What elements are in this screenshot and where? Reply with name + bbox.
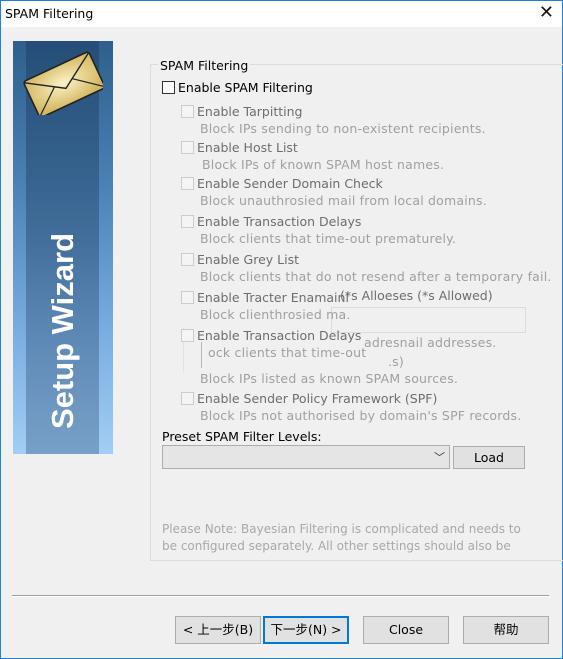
known-spam-sources-desc: Block IPs listed as known SPAM sources. (200, 371, 459, 386)
window-title: SPAM Filtering (5, 6, 94, 21)
host-list-checkbox[interactable] (181, 141, 194, 154)
enable-spam-filtering-checkbox[interactable] (162, 81, 175, 94)
group-legend: SPAM Filtering (158, 58, 251, 73)
spf-desc: Block IPs not authorised by domain's SPF… (200, 408, 522, 423)
sender-domain-check-label[interactable]: Enable Sender Domain Check (197, 176, 383, 191)
grey-list-desc: Block clients that do not resend after a… (200, 269, 552, 284)
sender-domain-check-checkbox[interactable] (181, 177, 194, 190)
spf-label[interactable]: Enable Sender Policy Framework (SPF) (197, 391, 437, 406)
tarpitting-desc: Block IPs sending to non-existent recipi… (200, 121, 486, 136)
close-button[interactable]: Close (363, 616, 449, 644)
setup-wizard-banner: Setup Wizard (13, 41, 113, 454)
title-bar: SPAM Filtering ✕ (1, 1, 562, 27)
host-list-desc: Block IPs of known SPAM host names. (202, 157, 445, 172)
tarpitting-checkbox[interactable] (181, 105, 194, 118)
next-button[interactable]: 下一步(N) > (263, 616, 349, 644)
enable-spam-filtering-label[interactable]: Enable SPAM Filtering (178, 80, 313, 95)
ghost-addresses-text: adresnail addresses. (364, 335, 497, 350)
transaction-delays-2-desc: ock clients that time-out (208, 345, 367, 360)
transaction-delays-label[interactable]: Enable Transaction Delays (197, 214, 361, 229)
grey-list-label[interactable]: Enable Grey List (197, 252, 299, 267)
chevron-down-icon[interactable]: ﹀ (434, 449, 445, 465)
transaction-delays-2-label[interactable]: Enable Transaction Delays (197, 328, 361, 343)
spf-checkbox[interactable] (181, 392, 194, 405)
preset-levels-select[interactable]: ﹀ (162, 445, 450, 469)
host-list-label[interactable]: Enable Host List (197, 140, 298, 155)
tracter-label[interactable]: Enable Tracter Enamainl (197, 290, 349, 305)
tracter-checkbox[interactable] (181, 291, 194, 304)
ghost-bar (201, 342, 202, 368)
sender-domain-check-desc: Block unauthrosied mail from local domai… (200, 193, 487, 208)
ghost-paren-text: .s) (388, 354, 404, 369)
transaction-delays-2-checkbox[interactable] (181, 329, 194, 342)
envelope-icon (23, 51, 103, 115)
back-button[interactable]: < 上一步(B) (175, 616, 261, 644)
ghost-allowed-text: (*s Alloeses (*s Allowed) (340, 288, 493, 303)
grey-list-checkbox[interactable] (181, 253, 194, 266)
footer-separator (12, 595, 549, 597)
tarpitting-label[interactable]: Enable Tarpitting (197, 104, 302, 119)
help-button[interactable]: 帮助 (463, 616, 549, 644)
transaction-delays-checkbox[interactable] (181, 215, 194, 228)
transaction-delays-desc: Block clients that time-out prematurely. (200, 231, 457, 246)
close-icon[interactable]: ✕ (539, 3, 554, 23)
load-button[interactable]: Load (453, 446, 525, 469)
banner-title: Setup Wizard (45, 232, 80, 430)
tracter-desc: Block clienthrosied ma. (200, 307, 351, 322)
bayesian-note: Please Note: Bayesian Filtering is compl… (162, 522, 521, 553)
preset-levels-label: Preset SPAM Filter Levels: (162, 429, 322, 444)
